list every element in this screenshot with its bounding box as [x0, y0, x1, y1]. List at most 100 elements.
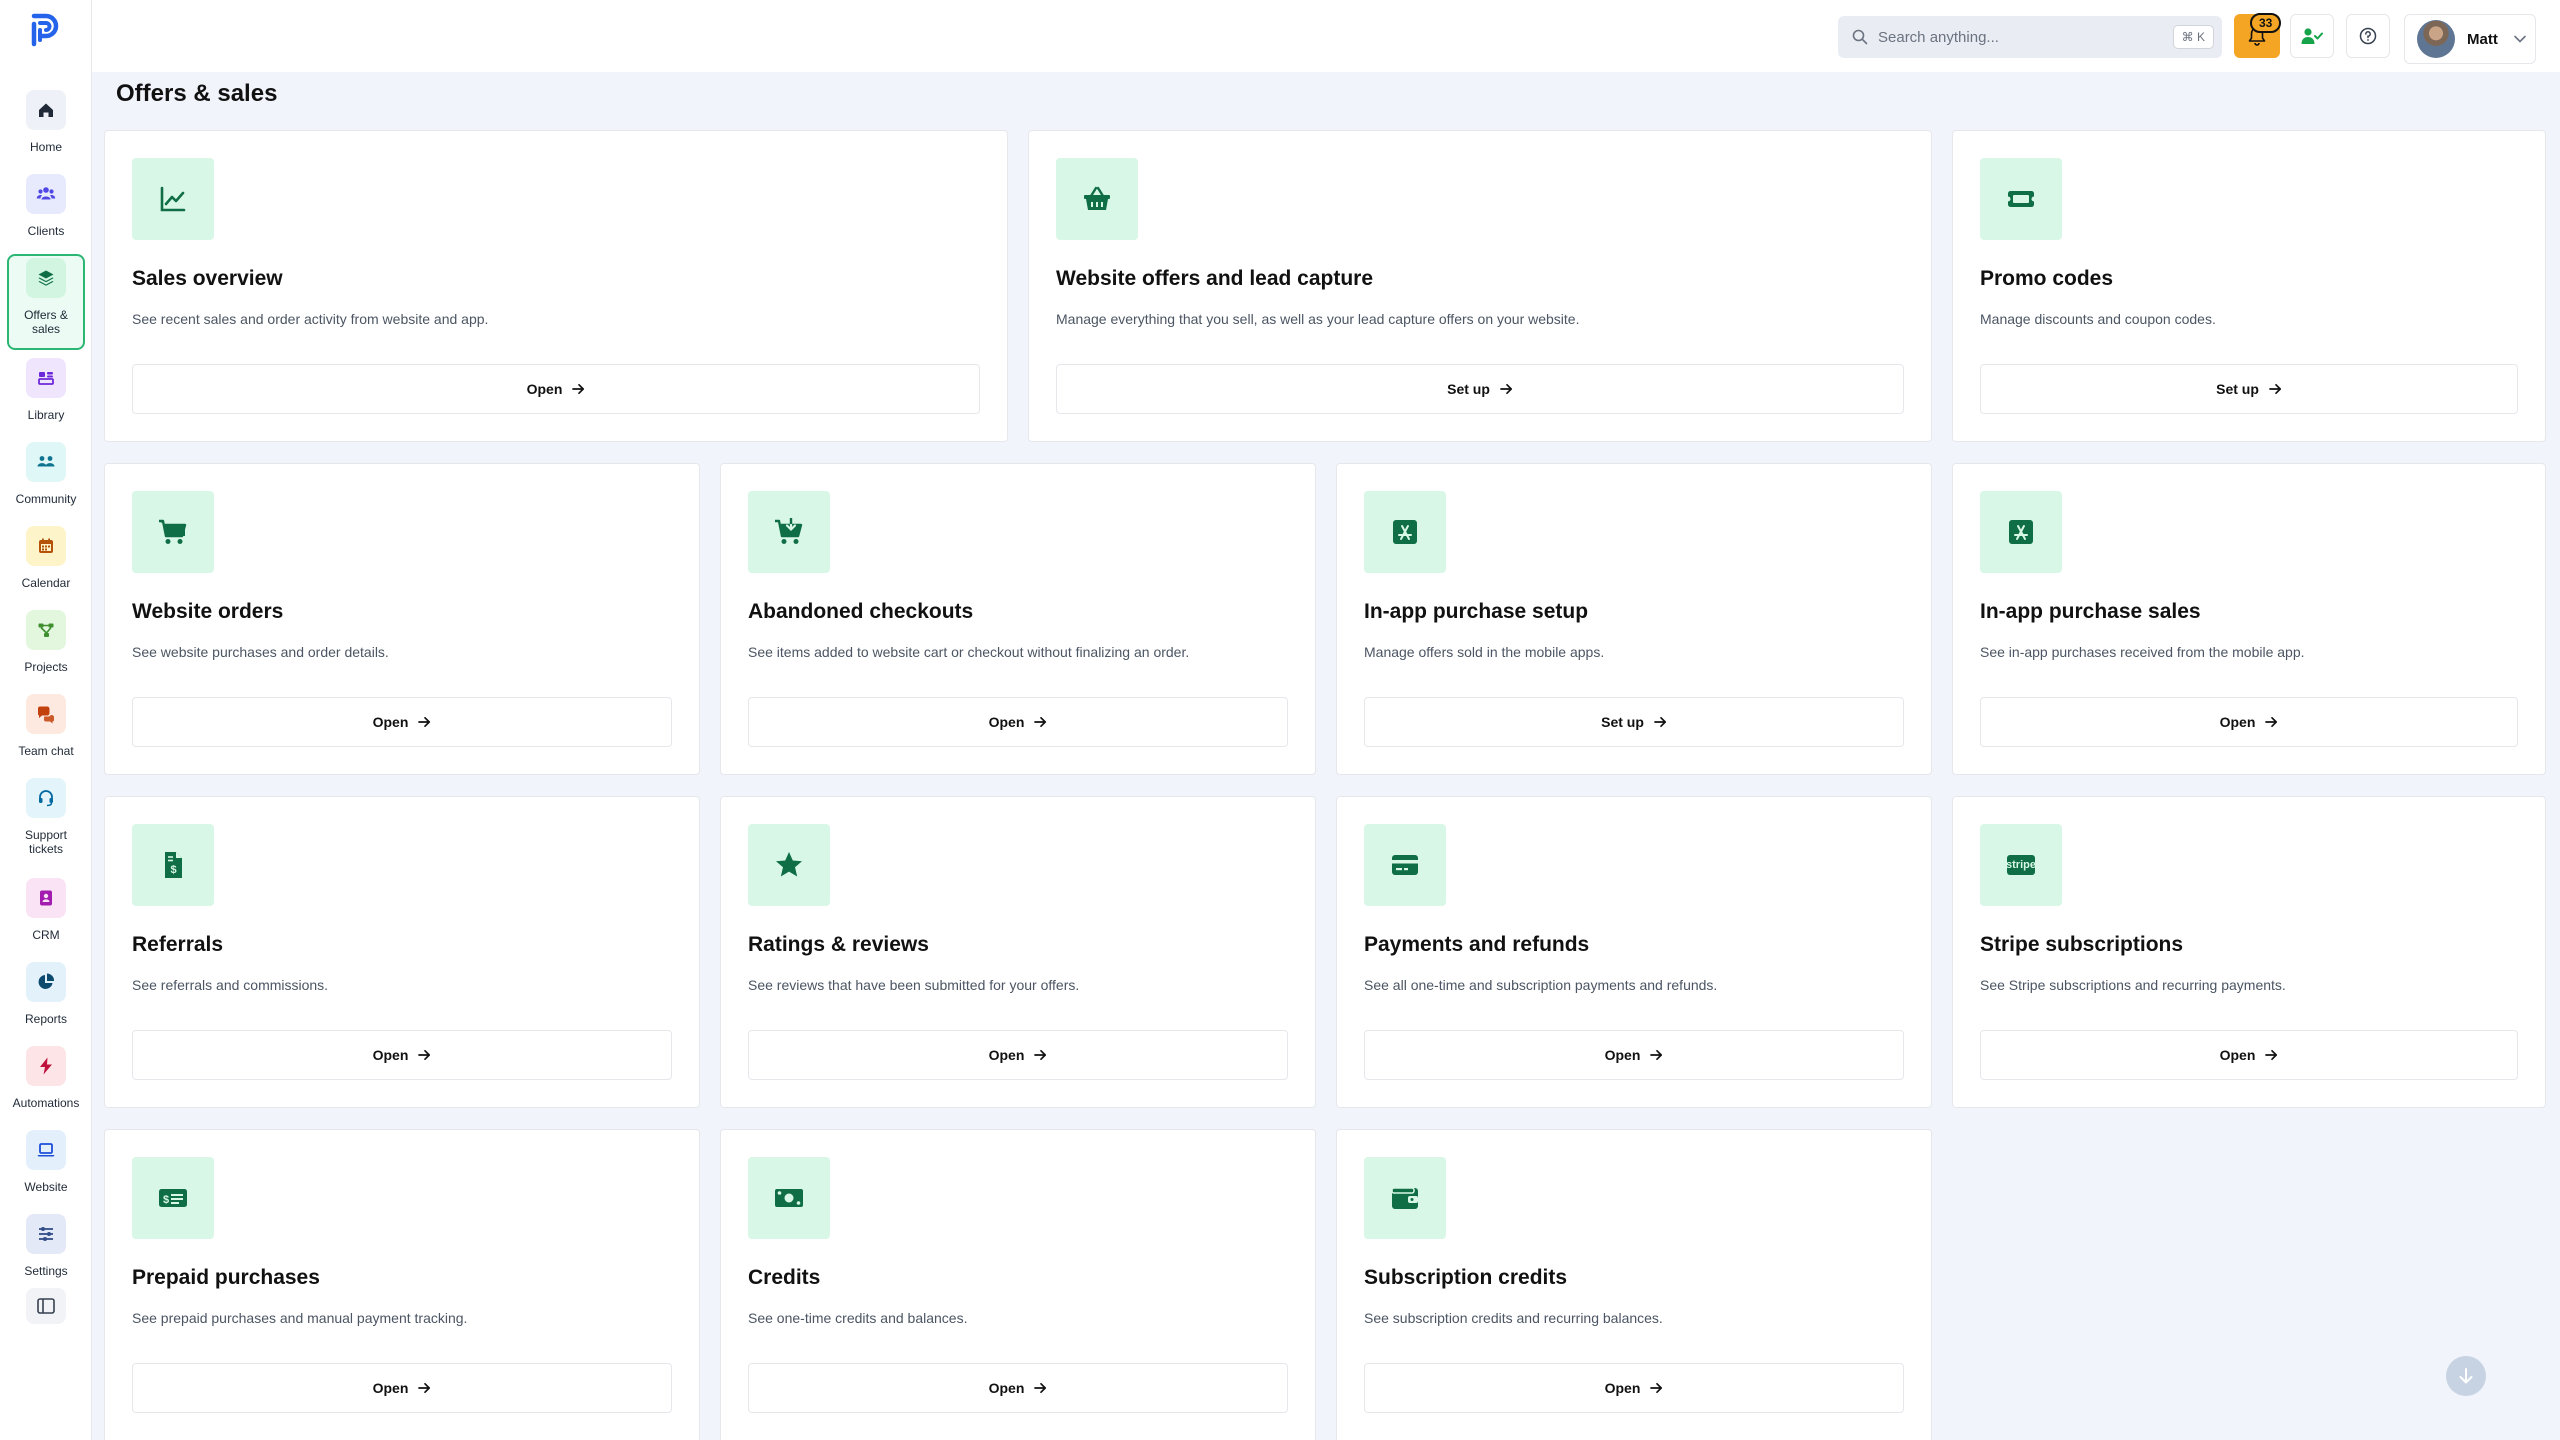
user-name: Matt [2467, 30, 2498, 48]
money-check-icon: $ [132, 1157, 214, 1239]
card-title: Subscription credits [1364, 1266, 1568, 1289]
button-label: Open [988, 1380, 1025, 1396]
sidebar-item-team-chat[interactable]: Team chat [0, 688, 92, 772]
app-logo[interactable] [28, 10, 62, 48]
calendar-icon [26, 526, 66, 566]
search-input[interactable] [1878, 28, 2158, 46]
collapse-sidebar-button[interactable] [26, 1288, 66, 1324]
open-button-abandoned-checkouts[interactable]: Open [748, 697, 1288, 747]
open-button-website-orders[interactable]: Open [132, 697, 672, 747]
user-menu-button[interactable]: Matt [2404, 14, 2536, 64]
sidebar-item-library[interactable]: Library [0, 352, 92, 436]
arrow-right-icon [418, 1049, 431, 1061]
sidebar-item-label: Automations [12, 1096, 80, 1110]
open-button-payments-and-refunds[interactable]: Open [1364, 1030, 1904, 1080]
open-button-sales-overview[interactable]: Open [132, 364, 980, 414]
sidebar-item-reports[interactable]: Reports [0, 956, 92, 1040]
arrow-right-icon [1500, 383, 1513, 395]
card-title: Referrals [132, 933, 224, 956]
open-button-stripe-subscriptions[interactable]: Open [1980, 1030, 2518, 1080]
card-title: Stripe subscriptions [1980, 933, 2184, 956]
open-button-prepaid-purchases[interactable]: Open [132, 1363, 672, 1413]
sidebar-item-clients[interactable]: Clients [0, 168, 92, 252]
avatar [2417, 20, 2455, 58]
arrow-right-icon [2265, 716, 2278, 728]
chat-icon [26, 694, 66, 734]
open-button-subscription-credits[interactable]: Open [1364, 1363, 1904, 1413]
sidebar-item-label: Website [24, 1180, 68, 1194]
card-in-app-purchase-setup: In-app purchase setup Manage offers sold … [1336, 463, 1932, 775]
card-title: Prepaid purchases [132, 1266, 320, 1289]
open-button-referrals[interactable]: Open [132, 1030, 672, 1080]
arrow-right-icon [1650, 1382, 1663, 1394]
sidebar-item-crm[interactable]: CRM [0, 872, 92, 956]
card-stripe-subscriptions: stripe Stripe subscriptions See Stripe sub… [1952, 796, 2546, 1108]
community-icon [26, 442, 66, 482]
card-title: Payments and refunds [1364, 933, 1590, 956]
card-description: Manage everything that you sell, as well… [1056, 311, 1580, 327]
scroll-down-button[interactable] [2446, 1356, 2486, 1396]
arrow-right-icon [418, 1382, 431, 1394]
notifications-count-badge: 33 [2250, 13, 2282, 33]
sidebar-item-automations[interactable]: Automations [0, 1040, 92, 1124]
sidebar-item-offers-sales[interactable]: Offers & sales [0, 252, 92, 352]
card-title: Website offers and lead capture [1056, 267, 1374, 290]
add-user-button[interactable] [2290, 14, 2334, 58]
set-up-button-in-app-purchase-setup[interactable]: Set up [1364, 697, 1904, 747]
arrow-right-icon [2265, 1049, 2278, 1061]
card-prepaid-purchases: $ Prepaid purchases See prepaid purchases … [104, 1129, 700, 1440]
button-label: Open [372, 1380, 409, 1396]
sidebar-item-label: CRM [32, 928, 60, 942]
sidebar-item-label: Community [15, 492, 77, 506]
card-ratings-reviews: Ratings & reviews See reviews that have b… [720, 796, 1316, 1108]
card-referrals: $ Referrals See referrals and commissions.… [104, 796, 700, 1108]
sidebar-item-calendar[interactable]: Calendar [0, 520, 92, 604]
card-website-offers-and-lead-capture: Website offers and lead capture Manage ev… [1028, 130, 1932, 442]
card-description: See Stripe subscriptions and recurring p… [1980, 977, 2286, 993]
sidebar-item-label: Reports [24, 1012, 68, 1026]
headset-icon [26, 778, 66, 818]
search-bar[interactable]: ⌘ K [1838, 16, 2222, 58]
open-button-credits[interactable]: Open [748, 1363, 1288, 1413]
app-store-icon [1364, 491, 1446, 573]
crm-icon [26, 878, 66, 918]
button-label: Set up [1447, 381, 1490, 397]
button-label: Open [2219, 1047, 2256, 1063]
pie-chart-icon [26, 962, 66, 1002]
sidebar-item-support-tickets[interactable]: Support tickets [0, 772, 92, 872]
sidebar-item-label: Settings [24, 1264, 68, 1278]
help-button[interactable] [2346, 14, 2390, 58]
open-button-in-app-purchase-sales[interactable]: Open [1980, 697, 2518, 747]
sidebar-item-website[interactable]: Website [0, 1124, 92, 1208]
chevron-down-icon [2514, 35, 2526, 43]
card-title: Website orders [132, 600, 284, 623]
button-label: Set up [2216, 381, 2259, 397]
sidebar-item-projects[interactable]: Projects [0, 604, 92, 688]
card-description: See referrals and commissions. [132, 977, 329, 993]
set-up-button-promo-codes[interactable]: Set up [1980, 364, 2518, 414]
svg-text:$: $ [170, 864, 176, 876]
sidebar-item-label: Support tickets [24, 828, 68, 856]
arrow-right-icon [572, 383, 585, 395]
card-description: See recent sales and order activity from… [132, 311, 489, 327]
basket-icon [1056, 158, 1138, 240]
star-icon [748, 824, 830, 906]
arrow-right-icon [1650, 1049, 1663, 1061]
sidebar-item-settings[interactable]: Settings [0, 1208, 92, 1292]
sidebar-item-home[interactable]: Home [0, 84, 92, 168]
set-up-button-website-offers-and-lead-capture[interactable]: Set up [1056, 364, 1904, 414]
sidebar: Home Clients Offers & sales Library Communit… [0, 0, 92, 1440]
arrow-right-icon [1034, 1382, 1047, 1394]
sidebar-item-label: Offers & sales [24, 308, 68, 336]
cart-arrow-icon [748, 491, 830, 573]
sidebar-item-community[interactable]: Community [0, 436, 92, 520]
line-chart-icon [132, 158, 214, 240]
card-title: Credits [748, 1266, 821, 1289]
card-title: In-app purchase setup [1364, 600, 1589, 623]
ticket-icon [1980, 158, 2062, 240]
sidebar-item-label: Home [29, 140, 62, 154]
card-description: Manage discounts and coupon codes. [1980, 311, 2216, 327]
button-label: Open [988, 1047, 1025, 1063]
projects-icon [26, 610, 66, 650]
open-button-ratings-reviews[interactable]: Open [748, 1030, 1288, 1080]
